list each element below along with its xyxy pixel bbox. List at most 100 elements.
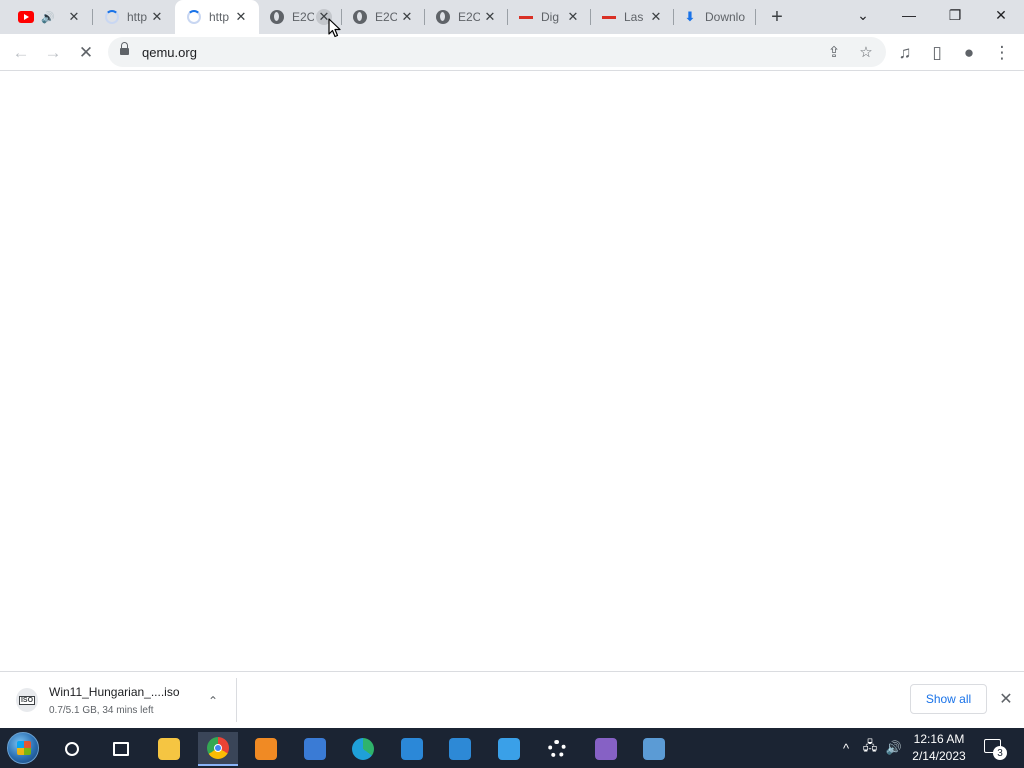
red-dash-icon (601, 9, 617, 25)
tab-close-button[interactable]: ✕ (233, 9, 249, 25)
tab-dig[interactable]: Dig ✕ (508, 0, 591, 34)
profile-avatar-button[interactable]: ● (956, 40, 982, 66)
tab-title: Las (624, 10, 644, 24)
bookmark-star-icon[interactable]: ☆ (856, 42, 876, 62)
download-item[interactable]: ISO Win11_Hungarian_....iso 0.7/5.1 GB, … (8, 678, 236, 722)
restore-button[interactable]: ❐ (932, 0, 978, 30)
tab-title: http (209, 10, 230, 24)
remote-desktop-icon[interactable] (634, 732, 674, 766)
forward-button[interactable]: → (40, 40, 66, 66)
tab-close-button[interactable]: ✕ (565, 9, 581, 25)
tab-separator (755, 9, 756, 25)
volume-icon[interactable]: 🔊 (884, 738, 904, 758)
system-clock[interactable]: 12:16 AM 2/14/2023 (906, 731, 972, 765)
new-tab-button[interactable]: + (766, 6, 788, 28)
photos-glyph (449, 738, 471, 760)
store-icon[interactable] (392, 732, 432, 766)
back-button[interactable]: ← (8, 40, 34, 66)
chevron-up-icon[interactable]: ⌃ (204, 692, 222, 710)
globe-icon (352, 9, 368, 25)
youtube-icon (18, 9, 34, 25)
tab-youtube[interactable]: 🔊 ✕ (0, 0, 92, 34)
download-shelf: ISO Win11_Hungarian_....iso 0.7/5.1 GB, … (0, 671, 1024, 728)
share-icon[interactable]: ⇪ (824, 42, 844, 62)
visual-studio-icon[interactable] (586, 732, 626, 766)
tab-close-button[interactable]: ✕ (399, 9, 415, 25)
tab-las[interactable]: Las ✕ (591, 0, 674, 34)
file-explorer-glyph (158, 738, 180, 760)
stop-loading-button[interactable]: ✕ (73, 40, 99, 66)
show-all-button[interactable]: Show all (910, 684, 987, 714)
tab-title: E2C (458, 10, 480, 24)
magnifier-app-glyph (255, 738, 277, 760)
people-icon[interactable] (489, 732, 529, 766)
address-bar[interactable]: qemu.org ⇪ ☆ (108, 37, 886, 67)
tab-e2c-3[interactable]: E2C ✕ (425, 0, 508, 34)
tab-close-button[interactable]: ✕ (482, 9, 498, 25)
action-center-button[interactable]: 3 (982, 736, 1007, 760)
calculator-icon[interactable] (295, 732, 335, 766)
search-icon[interactable] (52, 732, 92, 766)
mouse-cursor-icon (328, 18, 341, 38)
taskbar: ^ 🖧 🔊 12:16 AM 2/14/2023 3 (0, 728, 1024, 768)
download-icon: ⬇ (684, 9, 696, 24)
tab-download[interactable]: ⬇ Downlo (674, 0, 756, 34)
globe-icon (435, 9, 451, 25)
page-content (0, 71, 1024, 671)
visual-studio-glyph (595, 738, 617, 760)
download-status: 0.7/5.1 GB, 34 mins left (49, 705, 154, 716)
tab-title: Dig (541, 10, 560, 24)
loading-spinner-icon (104, 9, 120, 25)
tab-e2c-2[interactable]: E2C ✕ (342, 0, 425, 34)
clock-date: 2/14/2023 (912, 749, 966, 763)
chrome-glyph (207, 737, 229, 759)
loading-spinner-icon (186, 9, 202, 25)
tab-loading-1[interactable]: http ✕ (92, 0, 175, 34)
remote-desktop-glyph (643, 738, 665, 760)
tab-search-button[interactable]: ⌄ (840, 0, 886, 30)
edge-icon[interactable] (343, 732, 383, 766)
tab-title: E2C (375, 10, 397, 24)
file-explorer-icon[interactable] (149, 732, 189, 766)
start-button[interactable] (4, 730, 42, 766)
close-shelf-button[interactable]: ✕ (996, 689, 1016, 709)
tab-close-button[interactable]: ✕ (149, 9, 165, 25)
iso-file-badge: ISO (18, 695, 36, 705)
chrome-icon[interactable] (198, 732, 238, 766)
tab-close-button[interactable]: ✕ (648, 9, 664, 25)
address-bar-url[interactable]: qemu.org (142, 45, 197, 60)
globe-icon (269, 9, 285, 25)
store-glyph (401, 738, 423, 760)
tab-title: Downlo (705, 10, 745, 24)
red-dash-icon (518, 9, 534, 25)
lock-icon[interactable] (120, 42, 129, 57)
photos-icon[interactable] (440, 732, 480, 766)
clock-time: 12:16 AM (913, 732, 965, 746)
tab-loading-active[interactable]: http ✕ (175, 0, 259, 34)
magnifier-app-icon[interactable] (246, 732, 286, 766)
task-view-glyph (113, 742, 129, 756)
search-glyph (65, 742, 79, 756)
show-hidden-icons-icon[interactable]: ^ (836, 738, 856, 758)
task-view-icon[interactable] (101, 732, 141, 766)
settings-gear-icon[interactable] (537, 732, 577, 766)
browser-toolbar: ← → ✕ qemu.org ⇪ ☆ ♫ ▯ ● ⋮ (0, 34, 1024, 71)
tab-title: http (127, 10, 148, 24)
tab-strip: 🔊 ✕ http ✕ http ✕ E2C ✕ E2C ✕ E2C ✕ Dig … (0, 0, 1024, 34)
notification-count-badge: 3 (993, 746, 1007, 760)
window-close-button[interactable]: ✕ (978, 0, 1024, 30)
edge-glyph (352, 738, 374, 760)
audio-playing-icon[interactable]: 🔊 (41, 11, 55, 24)
shelf-divider (236, 678, 237, 722)
chrome-menu-button[interactable]: ⋮ (989, 40, 1015, 66)
minimize-button[interactable]: — (886, 0, 932, 30)
network-icon[interactable]: 🖧 (860, 738, 880, 758)
people-glyph (498, 738, 520, 760)
iso-file-icon: ISO (16, 688, 38, 712)
settings-gear-glyph (548, 740, 566, 758)
tab-title: E2C (292, 10, 314, 24)
download-file-name: Win11_Hungarian_....iso (49, 685, 180, 699)
side-panel-button[interactable]: ▯ (924, 40, 950, 66)
tab-close-button[interactable]: ✕ (66, 9, 82, 25)
media-control-button[interactable]: ♫ (892, 40, 918, 66)
